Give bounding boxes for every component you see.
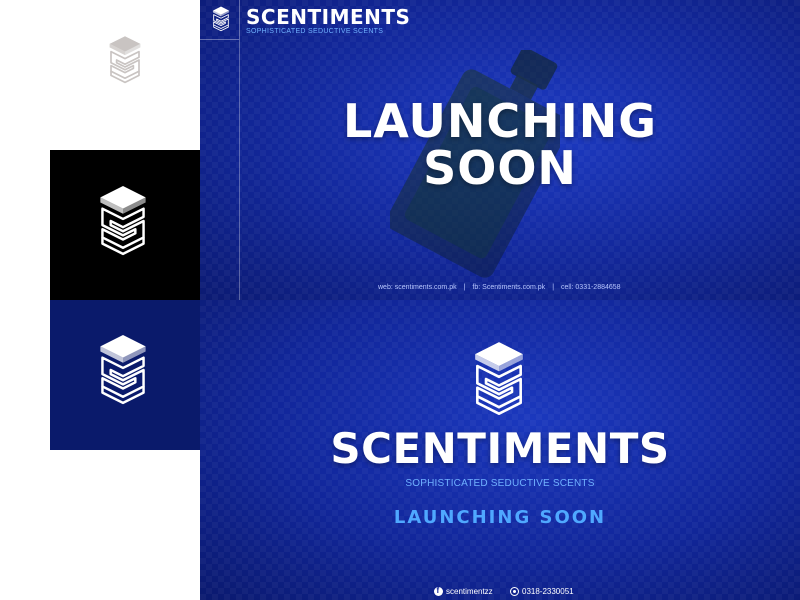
brand-logo-icon xyxy=(92,333,154,407)
brand-banner: SCENTIMENTS SOPHISTICATED SEDUCTIVE SCEN… xyxy=(200,300,800,600)
launching-soon-text: LAUNCHING SOON xyxy=(393,507,607,528)
whatsapp-number: 0318-2330051 xyxy=(510,585,574,597)
brand-logo-icon xyxy=(466,340,532,418)
facebook-text: fb: Scentiments.com.pk xyxy=(472,284,546,291)
contact-line: web: scentiments.com.pk | fb: Scentiments.… xyxy=(378,284,621,291)
brand-name-large: SCENTIMENTS xyxy=(330,424,670,473)
brand-logo-icon xyxy=(210,5,232,33)
headline-line-2: SOON xyxy=(423,141,577,195)
whatsapp-number-text: 0318-2330051 xyxy=(522,586,574,596)
brand-tagline-large: SOPHISTICATED SEDUCTIVE SCENTS xyxy=(405,478,595,489)
facebook-handle: scentimentzz xyxy=(434,585,493,597)
brand-tagline: SOPHISTICATED SEDUCTIVE SCENTS xyxy=(246,28,384,35)
separator: | xyxy=(552,284,555,291)
launching-soon-banner: SCENTIMENTS SOPHISTICATED SEDUCTIVE SCEN… xyxy=(200,0,800,300)
brand-name: SCENTIMENTS xyxy=(246,5,411,29)
whatsapp-icon xyxy=(510,586,519,596)
headline-line-1: LAUNCHING xyxy=(343,94,657,148)
header-logo-box xyxy=(200,0,240,40)
facebook-handle-text: scentimentzz xyxy=(446,586,493,596)
separator: | xyxy=(463,284,466,291)
cell-text: cell: 0331-2884658 xyxy=(561,284,621,291)
brand-logo-icon xyxy=(92,184,154,258)
facebook-icon xyxy=(434,586,443,596)
brand-logo-icon xyxy=(104,34,146,86)
website-text: web: scentiments.com.pk xyxy=(378,284,457,291)
